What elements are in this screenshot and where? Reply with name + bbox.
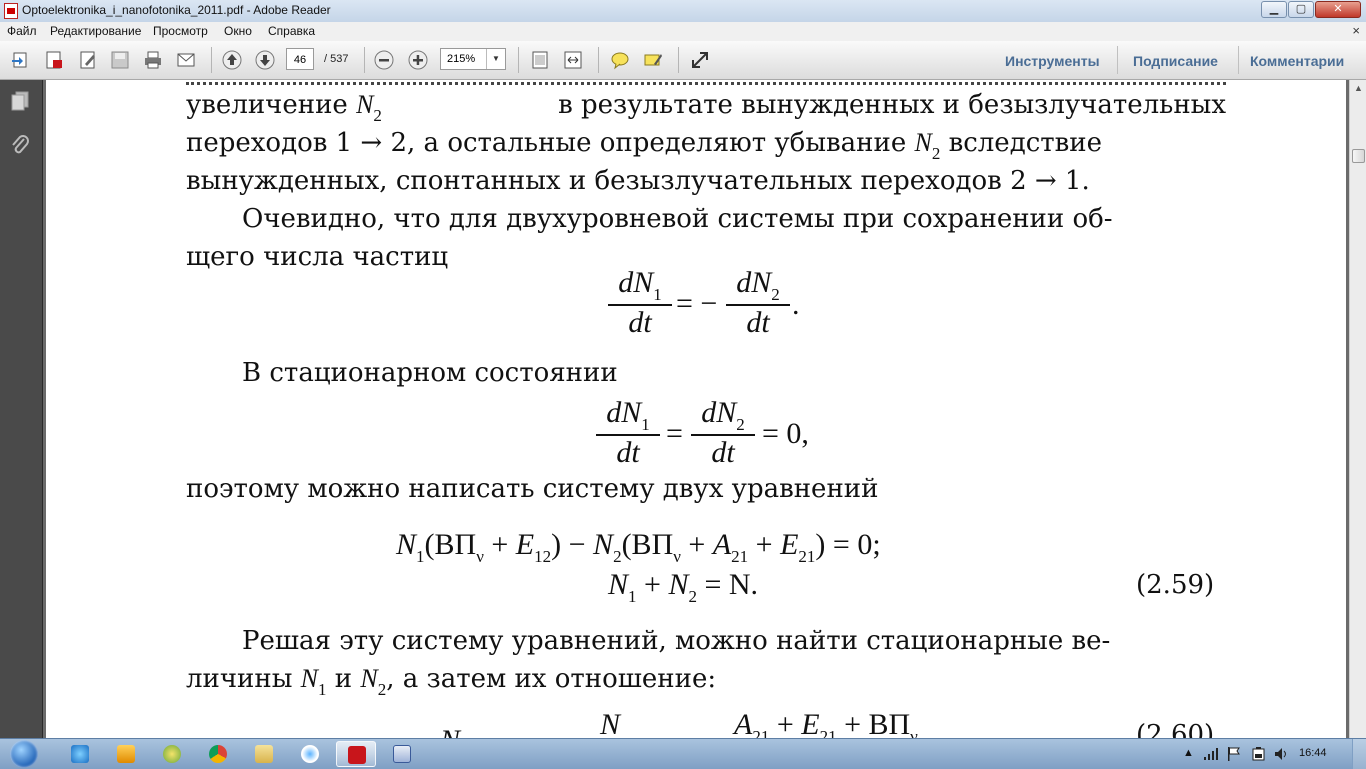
taskbar-app-word[interactable] [382,741,422,767]
taskbar-app-ie[interactable] [60,741,100,767]
fit-page-icon[interactable] [530,50,550,70]
equation-fragment: N [600,708,621,739]
fraction: dN2 dt [726,266,790,340]
menu-view[interactable]: Просмотр [153,24,208,38]
menu-help[interactable]: Справка [268,24,315,38]
document-close-button[interactable]: × [1352,23,1360,38]
equation-sign: = − [676,287,718,320]
window-title: Optoelektronika_i_nanofotonika_2011.pdf … [22,3,331,17]
taskbar-app-webcam[interactable] [290,741,330,767]
next-page-icon[interactable] [255,50,275,70]
document-view[interactable]: увеличение N2 в результате вынужденных и… [43,80,1349,738]
text-line: щего числа частиц [186,242,449,272]
volume-icon[interactable] [1273,746,1289,762]
full-screen-icon[interactable] [690,50,710,70]
save-icon[interactable] [110,50,130,70]
start-button[interactable] [6,739,42,769]
taskbar-app-explorer[interactable] [244,741,284,767]
text-line: переходов 1 → 2, а остальные определяют … [186,128,1103,163]
close-button[interactable]: ✕ [1315,1,1361,18]
open-icon[interactable] [11,50,31,70]
create-pdf-icon[interactable] [44,50,64,70]
equation-sign: = [666,417,683,450]
print-icon[interactable] [143,50,163,70]
edit-pdf-icon[interactable] [78,50,98,70]
comment-icon[interactable] [610,50,630,70]
network-icon[interactable] [1203,747,1219,761]
zoom-in-icon[interactable] [408,50,428,70]
tab-sign[interactable]: Подписание [1133,53,1218,69]
page-total: / 537 [324,53,349,65]
equation-end: . [792,288,800,321]
page-thumbnails-icon[interactable] [9,90,31,112]
fraction: dN1 dt [608,266,672,340]
fraction: dN1 dt [596,396,660,470]
zoom-out-icon[interactable] [374,50,394,70]
text-line: поэтому можно написать систему двух урав… [186,474,879,504]
equation-row: N1(ВПν + E12) − N2(ВПν + A21 + E21) = 0; [396,528,881,567]
menu-window[interactable]: Окно [224,24,252,38]
taskbar-app-media-player[interactable] [106,741,146,767]
equation-row: N1 + N2 = N. [608,568,759,607]
taskbar-app-chrome[interactable] [198,741,238,767]
text-line: Очевидно, что для двухуровневой системы … [242,204,1113,234]
zoom-value: 215% [447,53,476,65]
menu-edit[interactable]: Редактирование [50,24,141,38]
menu-bar: Файл Редактирование Просмотр Окно Справк… [0,22,1366,41]
equation-end: = 0, [762,417,809,450]
taskbar: ▲ 16:44 [0,738,1366,769]
scroll-up-arrow-icon[interactable]: ▲ [1350,80,1366,97]
previous-page-icon[interactable] [222,50,242,70]
text-line: вынужденных, спонтанных и безызлучательн… [186,166,1090,196]
adobe-reader-icon [4,3,18,19]
attachments-icon[interactable] [9,134,31,156]
fraction: dN2 dt [691,396,755,470]
page-number-input[interactable]: 46 [286,48,314,70]
taskbar-clock[interactable]: 16:44 [1299,747,1327,759]
text-line: личины N1 и N2, а затем их отношение: [186,664,717,699]
zoom-select[interactable]: 215% ▼ [440,48,506,70]
equation-fragment: N [440,726,460,739]
scroll-thumb[interactable] [1352,149,1365,163]
text-line: увеличение N2 в результате вынужденных и… [186,90,1226,125]
taskbar-app-stardict[interactable] [152,741,192,767]
text-line: Решая эту систему уравнений, можно найти… [242,626,1111,656]
taskbar-app-adobe-reader[interactable] [336,741,376,767]
tab-tools[interactable]: Инструменты [1005,53,1100,69]
fit-width-icon[interactable] [563,50,583,70]
flag-icon[interactable] [1227,746,1241,762]
equation-fragment: A21 + E21 + ВПν [734,708,918,739]
text-line: В стационарном состоянии [242,358,618,388]
title-bar: Optoelektronika_i_nanofotonika_2011.pdf … [0,0,1366,23]
email-icon[interactable] [176,50,196,70]
vertical-scrollbar[interactable]: ▲ [1349,80,1366,738]
chevron-down-icon[interactable]: ▼ [486,49,505,69]
maximize-button[interactable]: ▢ [1288,1,1314,18]
menu-file[interactable]: Файл [7,24,37,38]
show-desktop-button[interactable] [1352,739,1366,769]
pdf-page: увеличение N2 в результате вынужденных и… [46,80,1346,738]
tray-expand-icon[interactable]: ▲ [1183,747,1194,759]
navigation-pane [0,80,43,738]
equation-number: (2.60) [1136,720,1215,738]
battery-icon[interactable] [1251,746,1267,762]
tab-comments[interactable]: Комментарии [1250,53,1344,69]
highlight-icon[interactable] [643,50,663,70]
minimize-button[interactable]: ▁ [1261,1,1287,18]
equation-number: (2.59) [1136,570,1215,600]
